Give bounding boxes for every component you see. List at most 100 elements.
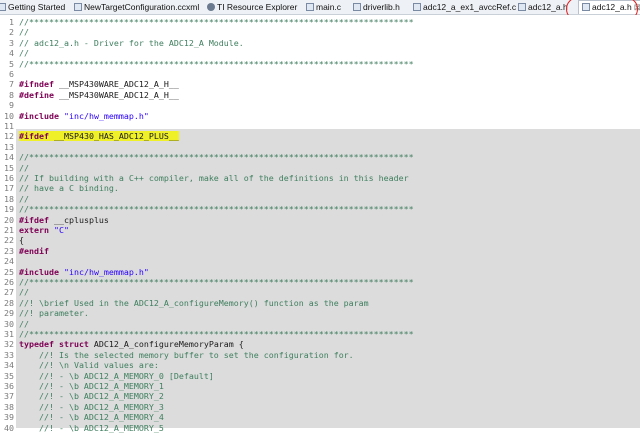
file-icon (74, 3, 82, 11)
line-number: 11 (4, 121, 14, 131)
code-line: 8 #define __MSP430WARE_ADC12_A_H__ (0, 90, 640, 100)
code-text: #endif (19, 245, 49, 256)
code-line: 31 //************************************… (0, 329, 640, 339)
tab-adc12-a-h[interactable]: adc12_a.h (518, 1, 568, 13)
close-icon[interactable]: ⊠ (634, 2, 640, 12)
line-number: 10 (4, 110, 14, 121)
code-line: 15 // (0, 163, 640, 173)
code-text: #ifdef __MSP430_HAS_ADC12_PLUS__ (19, 131, 179, 142)
line-number: 24 (4, 256, 14, 267)
tab-main-c[interactable]: main.c (306, 1, 341, 13)
code-text: //! - \b ADC12_A_MEMORY_4 (19, 412, 164, 423)
code-text: // (19, 27, 29, 38)
line-number: 27 (4, 287, 14, 298)
tab-label: adc12_a_ex1_avccRef.c (423, 2, 517, 12)
editor-tab-bar: Getting Started NewTargetConfiguration.c… (0, 0, 640, 21)
code-line: 26 //************************************… (0, 277, 640, 287)
code-line: 29 //! parameter. (0, 308, 640, 318)
tab-new-target-configuration[interactable]: NewTargetConfiguration.ccxml (74, 1, 199, 13)
code-text: // (19, 48, 29, 59)
code-text: { (19, 235, 24, 246)
code-text: //**************************************… (19, 204, 414, 215)
code-line: 28 //! \brief Used in the ADC12_A_configu… (0, 298, 640, 308)
line-number: 17 (4, 183, 14, 194)
code-text: //**************************************… (19, 17, 414, 27)
line-number: 38 (4, 401, 14, 412)
line-number: 18 (4, 193, 14, 204)
line-number: 4 (9, 48, 14, 59)
code-line: 33 //! Is the selected memory buffer to … (0, 350, 640, 360)
file-icon (518, 3, 526, 11)
line-number: 19 (4, 204, 14, 215)
line-number: 14 (4, 152, 14, 163)
code-text: //**************************************… (19, 277, 414, 287)
code-line: 17 // have a C binding. (0, 183, 640, 193)
tab-label: TI Resource Explorer (217, 2, 298, 12)
code-line: 35 //! - \b ADC12_A_MEMORY_0 [Default] (0, 371, 640, 381)
line-number: 21 (4, 225, 14, 235)
code-line: 25 #include "inc/hw_memmap.h" (0, 267, 640, 277)
code-line: 39 //! - \b ADC12_A_MEMORY_4 (0, 412, 640, 422)
code-line: 12 #ifdef __MSP430_HAS_ADC12_PLUS__ (0, 131, 640, 142)
code-text: // (19, 193, 29, 204)
code-text: // (19, 162, 29, 173)
code-text: typedef struct ADC12_A_configureMemoryPa… (19, 339, 244, 350)
line-number: 23 (4, 245, 14, 256)
line-number: 12 (4, 131, 14, 142)
code-text: #include "inc/hw_memmap.h" (19, 266, 149, 277)
tab-driverlib-h[interactable]: driverlib.h (353, 1, 400, 13)
code-text: //! - \b ADC12_A_MEMORY_1 (19, 381, 164, 391)
line-number: 2 (9, 27, 14, 38)
line-number: 13 (4, 141, 14, 152)
code-line: 32 typedef struct ADC12_A_configureMemory… (0, 339, 640, 349)
line-number: 37 (4, 391, 14, 402)
code-line: 10 #include "inc/hw_memmap.h" (0, 111, 640, 121)
code-text: //! \brief Used in the ADC12_A_configure… (19, 297, 369, 308)
code-line: 4 // (0, 48, 640, 58)
code-line: 23 #endif (0, 246, 640, 256)
tab-adc12-a-ex1-avccref-c[interactable]: adc12_a_ex1_avccRef.c (413, 1, 516, 13)
line-number: 6 (9, 69, 14, 79)
line-number: 35 (4, 370, 14, 381)
code-line: 22 { (0, 235, 640, 245)
code-line: 27 // (0, 287, 640, 297)
tab-label: driverlib.h (363, 2, 400, 12)
file-icon (582, 3, 590, 11)
tab-label: Getting Started (8, 2, 66, 12)
code-editor[interactable]: 1 //*************************************… (0, 15, 640, 433)
code-line: 30 // (0, 319, 640, 329)
code-text: //**************************************… (19, 152, 414, 163)
code-text: #define __MSP430WARE_ADC12_A_H__ (19, 89, 179, 100)
code-text: #include "inc/hw_memmap.h" (19, 110, 149, 121)
tab-getting-started[interactable]: Getting Started (0, 1, 65, 13)
code-text: extern "C" (19, 225, 69, 235)
code-text: //! parameter. (19, 308, 89, 319)
file-icon (353, 3, 361, 11)
line-number: 32 (4, 339, 14, 350)
file-icon (306, 3, 314, 11)
code-text: //! - \b ADC12_A_MEMORY_0 [Default] (19, 370, 214, 381)
line-number: 39 (4, 412, 14, 423)
tab-adc12-a-h-active[interactable]: adc12_a.h ⊠ (578, 0, 640, 14)
file-icon (413, 3, 421, 11)
code-text: //! - \b ADC12_A_MEMORY_3 (19, 401, 164, 412)
code-line: 19 //************************************… (0, 204, 640, 214)
code-line: 20 #ifdef __cplusplus (0, 215, 640, 225)
code-text: // have a C binding. (19, 183, 119, 194)
line-number: 36 (4, 381, 14, 391)
line-number: 29 (4, 308, 14, 319)
line-number: 22 (4, 235, 14, 246)
code-line: 38 //! - \b ADC12_A_MEMORY_3 (0, 402, 640, 412)
code-line: 37 //! - \b ADC12_A_MEMORY_2 (0, 391, 640, 401)
tab-label: adc12_a.h (528, 2, 568, 12)
code-line: 14 //************************************… (0, 152, 640, 162)
line-number: 3 (9, 37, 14, 48)
line-number: 5 (9, 58, 14, 69)
line-number: 20 (4, 214, 14, 225)
code-line: 16 // If building with a C++ compiler, ma… (0, 173, 640, 183)
line-number: 16 (4, 173, 14, 183)
line-number: 7 (9, 79, 14, 90)
code-text: //**************************************… (19, 329, 414, 339)
tab-ti-resource-explorer[interactable]: TI Resource Explorer (207, 1, 297, 13)
code-text: #ifndef __MSP430WARE_ADC12_A_H__ (19, 79, 179, 90)
